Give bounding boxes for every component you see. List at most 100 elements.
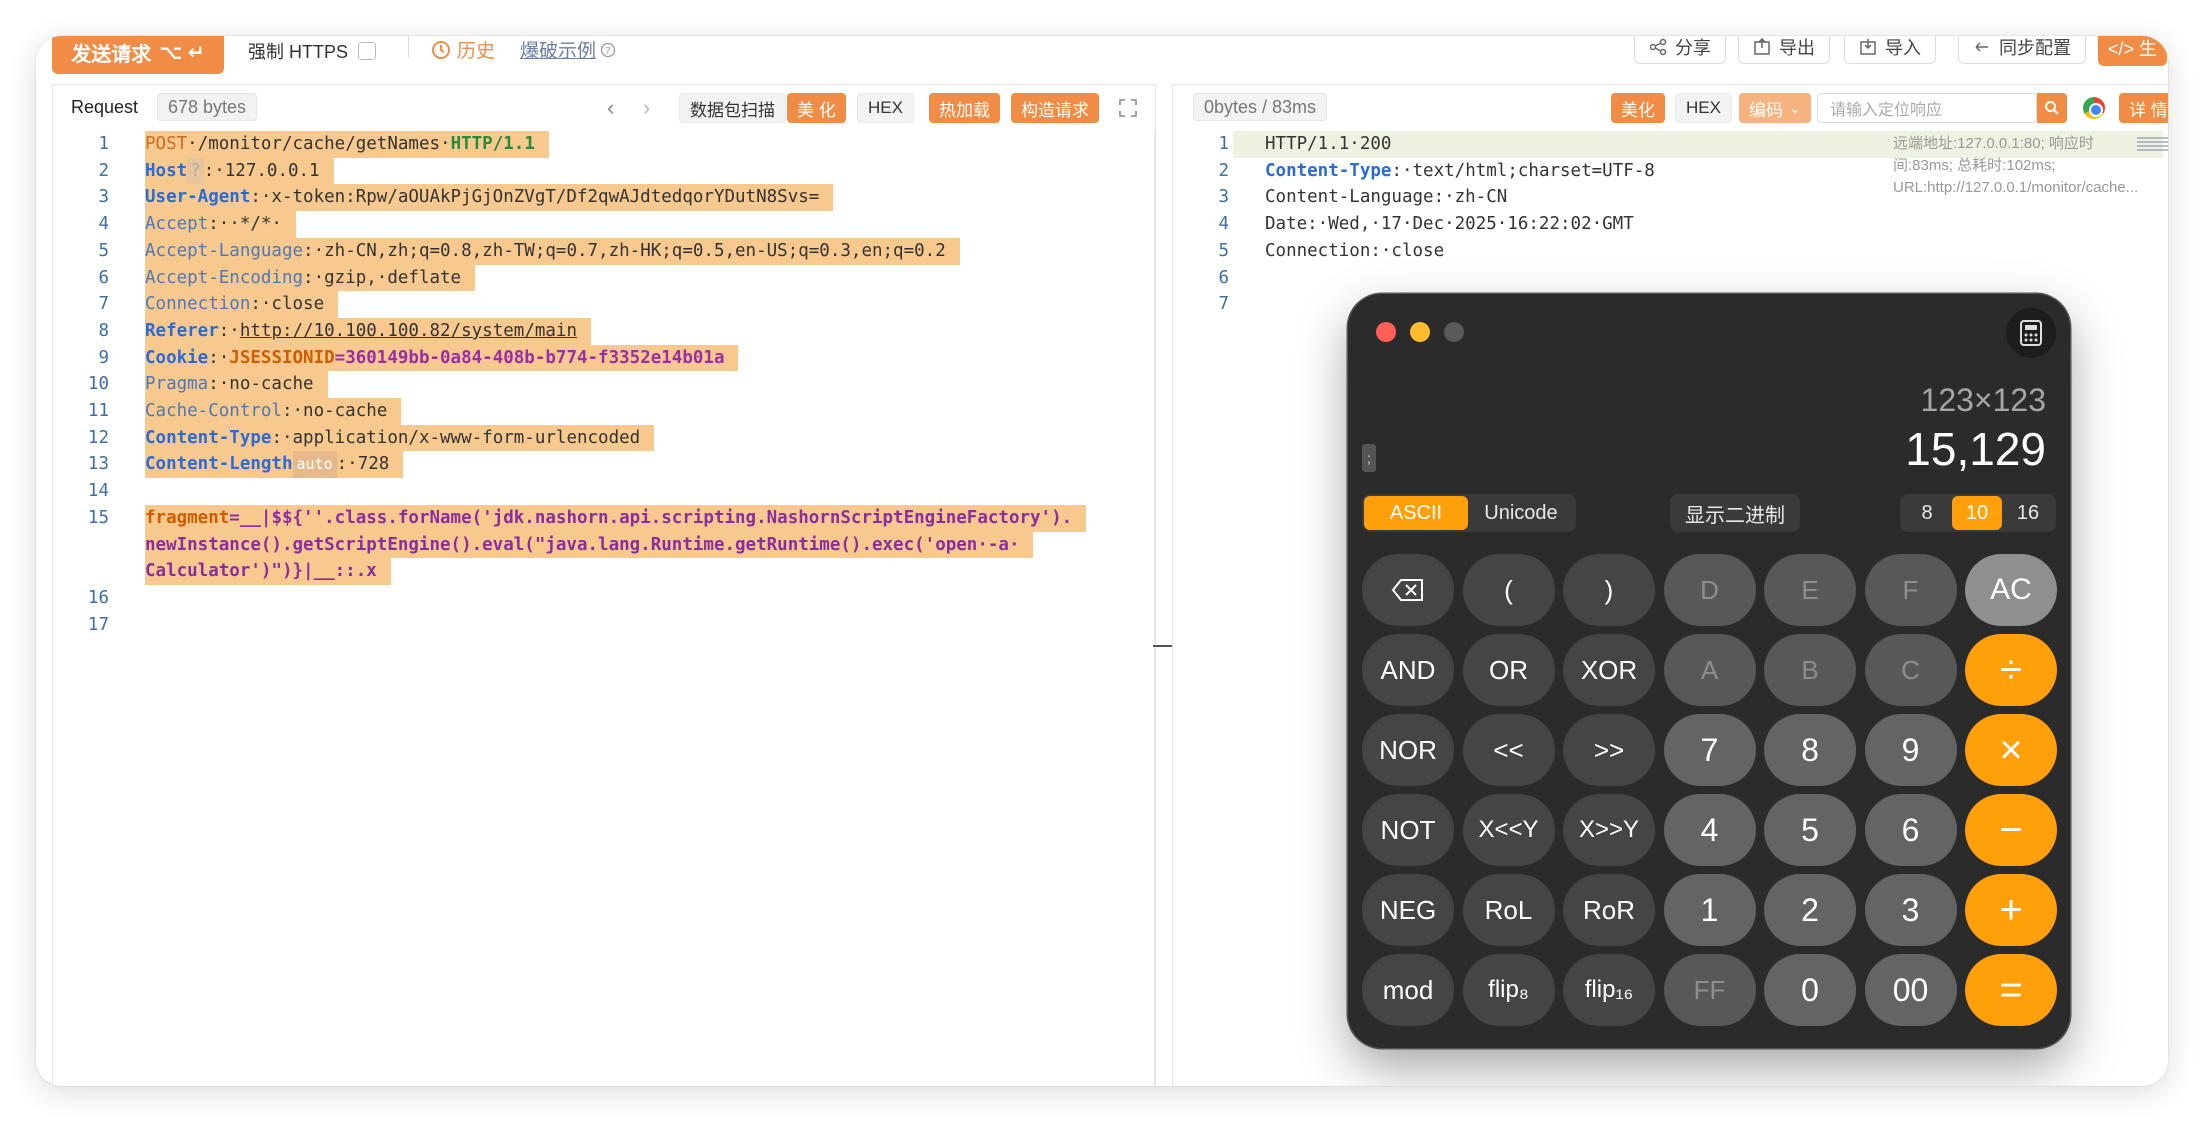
export-icon	[1754, 38, 1770, 55]
import-button[interactable]: 导入	[1844, 36, 1936, 64]
request-pane: Request 678 bytes ‹ › 数据包扫描 美 化 HEX 热加载 …	[52, 84, 1173, 1086]
history-button[interactable]: 历史	[431, 36, 495, 63]
key-digit-00[interactable]: 00	[1864, 954, 1957, 1026]
key-digit-3[interactable]: 3	[1864, 874, 1957, 946]
brute-force-example-link[interactable]: 爆破示例 ?	[520, 36, 616, 63]
calculator-window: 123×123 15,129 ; ASCII Unicode 显示二进制 8 10 1…	[1348, 294, 2070, 1048]
key-shift-right[interactable]: >>	[1563, 714, 1655, 786]
export-button[interactable]: 导出	[1738, 36, 1830, 64]
sync-config-button[interactable]: 同步配置	[1958, 36, 2086, 64]
key-hex-c[interactable]: C	[1864, 634, 1957, 706]
code-token: User-Agent	[145, 187, 251, 208]
key-lparen[interactable]: (	[1462, 554, 1555, 626]
code-token: Content-Type	[1265, 160, 1392, 181]
key-nor[interactable]: NOR	[1362, 714, 1454, 786]
locate-response-input[interactable]: 请输入定位响应	[1817, 93, 2037, 123]
share-button[interactable]: 分享	[1634, 36, 1726, 64]
zoom-window-icon[interactable]	[1444, 322, 1464, 342]
key-hex-f[interactable]: F	[1864, 554, 1957, 626]
encoding-label: 编码	[1749, 100, 1783, 120]
chevron-left-icon[interactable]: ‹	[607, 95, 614, 121]
key-digit-6[interactable]: 6	[1864, 794, 1957, 866]
key-shift-left[interactable]: <<	[1462, 714, 1555, 786]
base-10[interactable]: 10	[1952, 496, 2002, 530]
beautify-button[interactable]: 美 化	[787, 93, 846, 123]
code-token: Date:·Wed,·17·Dec·2025·16:22:02·GMT	[1265, 214, 1634, 235]
code-generate-button[interactable]: </> 生	[2098, 36, 2168, 66]
key-digit-4[interactable]: 4	[1663, 794, 1756, 866]
key-backspace[interactable]	[1362, 554, 1454, 626]
key-hex-b[interactable]: B	[1764, 634, 1856, 706]
key-hex-ff[interactable]: FF	[1663, 954, 1756, 1026]
build-request-button[interactable]: 构造请求	[1011, 93, 1099, 123]
code-token: :·zh-CN,zh;q=0.8,zh-TW;q=0.7,zh-HK;q=0.5…	[303, 240, 946, 261]
key-x-shr-y[interactable]: X>>Y	[1563, 794, 1655, 866]
key-x-shl-y[interactable]: X<<Y	[1462, 794, 1555, 866]
key-hex-d[interactable]: D	[1663, 554, 1756, 626]
base-16[interactable]: 16	[2002, 496, 2054, 530]
line-number: 2	[1218, 160, 1229, 181]
sync-label: 同步配置	[1999, 38, 2071, 58]
hex-button[interactable]: HEX	[857, 93, 914, 123]
calculator-icon	[2020, 320, 2042, 346]
detail-button[interactable]: 详 情	[2119, 93, 2168, 123]
force-https-checkbox[interactable]	[358, 42, 377, 60]
response-hex-button[interactable]: HEX	[1675, 93, 1732, 123]
key-and[interactable]: AND	[1362, 634, 1454, 706]
base-8[interactable]: 8	[1902, 496, 1952, 530]
divider	[408, 36, 409, 58]
code-token: :··*/*·	[208, 214, 282, 235]
pane-resize-handle[interactable]	[1153, 645, 1173, 647]
key-digit-7[interactable]: 7	[1663, 714, 1756, 786]
key-not[interactable]: NOT	[1362, 794, 1454, 866]
mode-ascii[interactable]: ASCII	[1364, 496, 1468, 530]
key-equals[interactable]: =	[1965, 954, 2057, 1026]
key-flip16[interactable]: flip₁₆	[1563, 954, 1655, 1026]
close-window-icon[interactable]	[1376, 322, 1396, 342]
code-token: :·	[208, 347, 230, 368]
key-rparen[interactable]: )	[1563, 554, 1655, 626]
key-or[interactable]: OR	[1462, 634, 1555, 706]
packet-scan-button[interactable]: 数据包扫描	[679, 93, 786, 123]
key-digit-8[interactable]: 8	[1764, 714, 1856, 786]
chevron-right-icon[interactable]: ›	[643, 95, 650, 121]
force-https-toggle[interactable]: 强制 HTTPS	[248, 38, 377, 64]
send-request-button[interactable]: 发送请求 ⌥ ↵	[52, 36, 224, 74]
request-line: 9 Cookie:·JSESSIONID=360149bb-0a84-408b-b…	[53, 344, 1155, 372]
hot-load-button[interactable]: 热加载	[929, 93, 1000, 123]
key-rotate-left[interactable]: RoL	[1462, 874, 1555, 946]
key-digit-9[interactable]: 9	[1864, 714, 1957, 786]
show-binary-button[interactable]: 显示二进制	[1670, 494, 1800, 532]
key-hex-e[interactable]: E	[1764, 554, 1856, 626]
calculator-mode-button[interactable]	[2006, 308, 2056, 358]
key-neg[interactable]: NEG	[1362, 874, 1454, 946]
key-mod[interactable]: mod	[1362, 954, 1454, 1026]
mode-unicode[interactable]: Unicode	[1468, 496, 1574, 530]
key-flip8[interactable]: flip₈	[1462, 954, 1555, 1026]
line-number: 4	[1218, 214, 1229, 235]
line-number: 14	[87, 481, 109, 502]
key-plus[interactable]: +	[1965, 874, 2057, 946]
key-digit-0[interactable]: 0	[1764, 954, 1856, 1026]
response-beautify-button[interactable]: 美化	[1611, 93, 1665, 123]
key-multiply[interactable]: ×	[1965, 714, 2057, 786]
key-digit-1[interactable]: 1	[1663, 874, 1756, 946]
key-divide[interactable]: ÷	[1965, 634, 2057, 706]
calculator-result: 15,129	[1905, 423, 2046, 475]
request-line: 8 Referer:·http://10.100.100.82/system/ma…	[53, 317, 1155, 345]
encoding-dropdown[interactable]: 编码 ⌄	[1739, 93, 1811, 123]
search-button[interactable]	[2037, 93, 2067, 123]
key-digit-5[interactable]: 5	[1764, 794, 1856, 866]
key-clear[interactable]: AC	[1965, 554, 2057, 626]
key-digit-2[interactable]: 2	[1764, 874, 1856, 946]
key-rotate-right[interactable]: RoR	[1563, 874, 1655, 946]
key-xor[interactable]: XOR	[1563, 634, 1655, 706]
svg-text:?: ?	[605, 46, 610, 57]
key-minus[interactable]: −	[1965, 794, 2057, 866]
chrome-icon[interactable]	[2083, 97, 2105, 119]
key-hex-a[interactable]: A	[1663, 634, 1756, 706]
fullscreen-icon[interactable]	[1119, 99, 1137, 117]
line-number: 1	[1218, 134, 1229, 154]
minimize-window-icon[interactable]	[1410, 322, 1430, 342]
minimap[interactable]	[2137, 137, 2168, 151]
